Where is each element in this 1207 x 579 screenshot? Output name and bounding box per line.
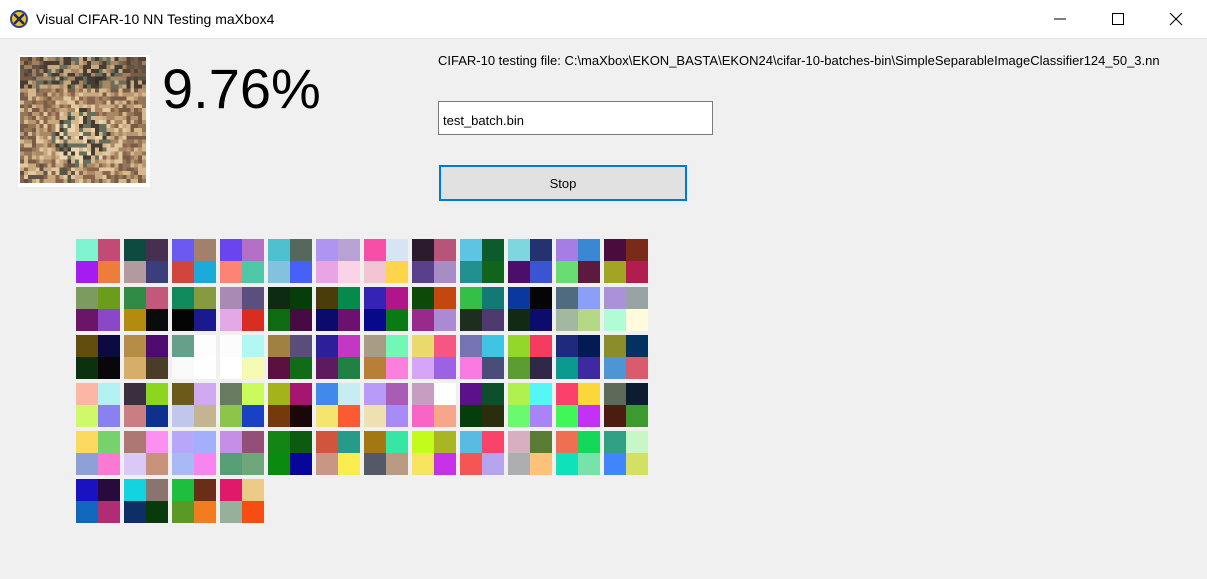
filter-tile [316,287,360,331]
filter-tile [364,383,408,427]
filter-tile [412,335,456,379]
cifar-sample-image [20,57,146,183]
filter-tile [604,383,648,427]
filter-tile [220,239,264,283]
filter-tile [364,431,408,475]
filter-tile [460,287,504,331]
filter-tile [124,287,168,331]
filter-tile [556,383,600,427]
filter-tile [268,335,312,379]
maximize-icon [1112,13,1124,25]
close-icon [1169,12,1183,26]
stop-button[interactable]: Stop [439,165,687,201]
filter-tile [556,287,600,331]
filter-tile [220,383,264,427]
filter-tile [172,239,216,283]
minimize-button[interactable] [1031,0,1089,38]
minimize-icon [1054,18,1066,20]
filter-tile [412,239,456,283]
filter-tile [508,431,552,475]
filter-tile [172,479,216,523]
filter-tile [364,335,408,379]
window-title: Visual CIFAR-10 NN Testing maXbox4 [36,11,275,27]
filter-tile [172,431,216,475]
filter-tile [316,431,360,475]
maximize-button[interactable] [1089,0,1147,38]
filter-tile [604,239,648,283]
filter-tile [508,287,552,331]
title-bar: Visual CIFAR-10 NN Testing maXbox4 [0,0,1207,39]
filter-tile [268,287,312,331]
filter-tile [556,335,600,379]
filter-tile [76,239,120,283]
filter-tile [316,335,360,379]
filter-tile [76,335,120,379]
maxbox-x-icon[interactable] [9,9,29,29]
filter-tile [316,239,360,283]
filter-tile [508,239,552,283]
filter-tile [604,287,648,331]
filter-tile [124,335,168,379]
filter-tile [460,335,504,379]
close-button[interactable] [1147,0,1205,38]
filter-tile [172,287,216,331]
filter-tile [220,431,264,475]
filter-tile [556,431,600,475]
filter-tile [172,335,216,379]
filter-tile [460,383,504,427]
accuracy-readout: 9.76% [162,57,321,120]
batch-file-field[interactable] [438,101,713,135]
filter-tile [412,383,456,427]
filter-tile [76,431,120,475]
filter-tile [268,431,312,475]
testing-file-label: CIFAR-10 testing file: C:\maXbox\EKON_BA… [438,53,1160,68]
filter-tile [604,335,648,379]
sample-image-frame [18,55,150,187]
filter-tile [220,479,264,523]
filter-tile [76,479,120,523]
filter-tile [604,431,648,475]
filter-tile [364,287,408,331]
filter-visualization-grid [76,239,648,523]
filter-tile [220,287,264,331]
filter-tile [268,239,312,283]
filter-tile [124,383,168,427]
filter-tile [76,383,120,427]
filter-tile [460,431,504,475]
filter-tile [364,239,408,283]
filter-tile [220,335,264,379]
filter-tile [124,431,168,475]
filter-tile [508,335,552,379]
filter-tile [268,383,312,427]
filter-tile [124,239,168,283]
filter-tile [76,287,120,331]
filter-tile [460,239,504,283]
filter-tile [316,383,360,427]
filter-tile [556,239,600,283]
filter-tile [412,287,456,331]
filter-tile [124,479,168,523]
filter-tile [508,383,552,427]
filter-tile [412,431,456,475]
filter-tile [172,383,216,427]
